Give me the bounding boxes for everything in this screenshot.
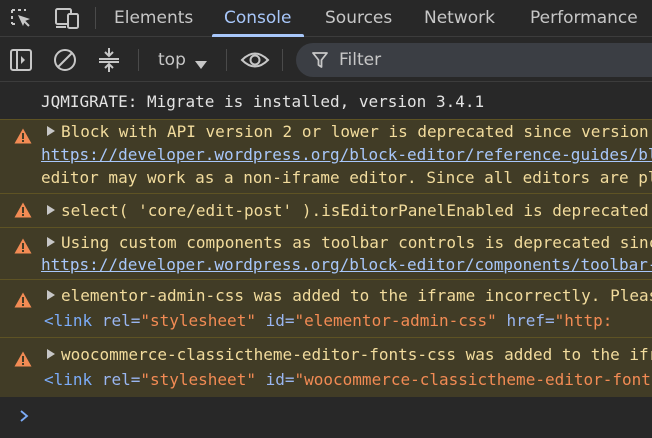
- warning-text: Using custom components as toolbar contr…: [61, 233, 652, 252]
- tab-sources[interactable]: Sources: [325, 0, 392, 37]
- html-snippet[interactable]: <link rel="stylesheet" id="elementor-adm…: [44, 310, 612, 332]
- tab-elements[interactable]: Elements: [114, 0, 193, 37]
- warning-text: woocommerce-classictheme-editor-fonts-cs…: [61, 345, 652, 364]
- html-snippet[interactable]: <link rel="stylesheet" id="woocommerce-c…: [44, 369, 652, 391]
- expand-arrow-icon[interactable]: [47, 290, 55, 300]
- toolbar-separator: [138, 49, 139, 71]
- filter-icon: [312, 52, 328, 72]
- eye-icon[interactable]: [240, 47, 270, 73]
- expand-arrow-icon[interactable]: [47, 237, 55, 247]
- warning-text: select( 'core/edit-post' ).isEditorPanel…: [61, 201, 652, 220]
- warning-text: elementor-admin-css was added to the ifr…: [61, 286, 652, 305]
- console-warning-message[interactable]: Using custom components as toolbar contr…: [0, 227, 652, 279]
- warning-link[interactable]: https://developer.wordpress.org/block-ed…: [41, 254, 652, 276]
- toolbar-separator: [226, 49, 227, 71]
- tab-console[interactable]: Console: [224, 0, 292, 37]
- prompt-chevron-icon[interactable]: [18, 408, 30, 427]
- expand-arrow-icon[interactable]: [47, 349, 55, 359]
- tab-network[interactable]: Network: [424, 0, 495, 37]
- console-messages: JQMIGRATE: Migrate is installed, version…: [0, 83, 652, 438]
- warning-triangle-icon: [14, 238, 32, 258]
- warning-triangle-icon: [14, 292, 32, 312]
- console-warning-message[interactable]: select( 'core/edit-post' ).isEditorPanel…: [0, 193, 652, 227]
- inspect-element-icon[interactable]: [6, 4, 36, 32]
- active-tab-indicator: [212, 34, 304, 37]
- toolbar-separator: [282, 49, 283, 71]
- console-warning-message[interactable]: woocommerce-classictheme-editor-fonts-cs…: [0, 337, 652, 397]
- tab-separator: [95, 7, 96, 29]
- warning-triangle-icon: [14, 202, 32, 222]
- filter-box[interactable]: [296, 43, 652, 77]
- collapse-groups-icon[interactable]: [96, 47, 122, 73]
- tab-performance[interactable]: Performance: [530, 0, 638, 37]
- chevron-down-icon[interactable]: [194, 55, 208, 74]
- expand-arrow-icon[interactable]: [47, 126, 55, 136]
- warning-link[interactable]: https://developer.wordpress.org/block-ed…: [41, 144, 652, 166]
- warning-triangle-icon: [14, 351, 32, 371]
- devtools-tab-bar: Elements Console Sources Network Perform…: [0, 0, 652, 37]
- warning-triangle-icon: [14, 128, 32, 148]
- console-warning-message[interactable]: Block with API version 2 or lower is dep…: [0, 119, 652, 193]
- filter-input[interactable]: [339, 43, 639, 77]
- warning-text-continued: editor may work as a non-iframe editor. …: [41, 168, 652, 187]
- console-warning-message[interactable]: elementor-admin-css was added to the ifr…: [0, 279, 652, 337]
- expand-arrow-icon[interactable]: [47, 205, 55, 215]
- console-toolbar: top: [0, 38, 652, 82]
- console-log-message[interactable]: JQMIGRATE: Migrate is installed, version…: [0, 83, 652, 119]
- show-sidebar-icon[interactable]: [8, 47, 34, 73]
- warning-text: Block with API version 2 or lower is dep…: [61, 122, 652, 141]
- context-selector[interactable]: top: [158, 38, 186, 82]
- log-text: JQMIGRATE: Migrate is installed, version…: [41, 92, 485, 111]
- device-toolbar-icon[interactable]: [52, 4, 82, 32]
- clear-console-icon[interactable]: [52, 47, 78, 73]
